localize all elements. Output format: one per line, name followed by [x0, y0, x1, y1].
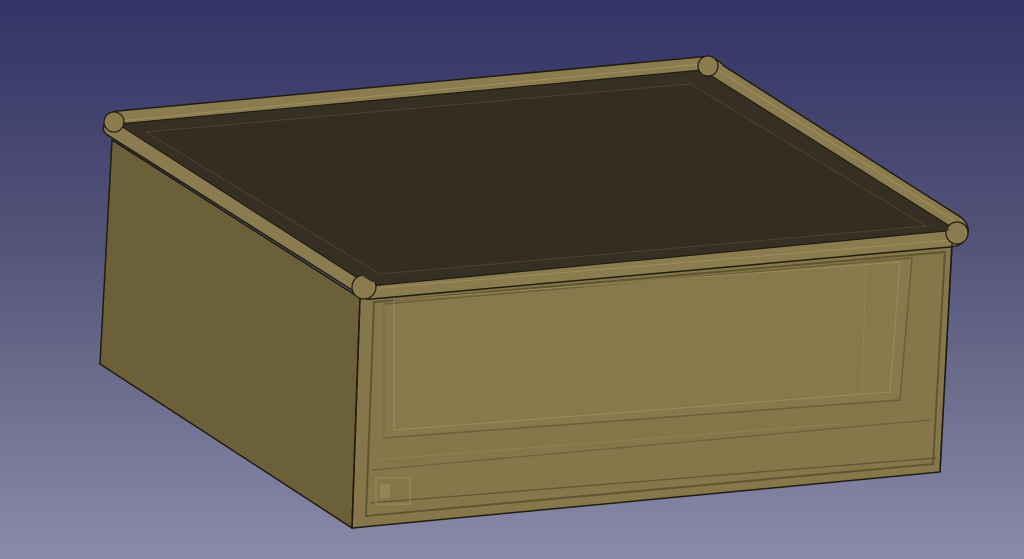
box-model[interactable]: [0, 0, 1024, 559]
lid-corner-left: [103, 111, 125, 133]
lid-corner-right: [945, 221, 969, 245]
latch-detail-inner: [380, 484, 390, 498]
3d-viewport[interactable]: [0, 0, 1024, 559]
lid-corner-back: [697, 55, 719, 77]
